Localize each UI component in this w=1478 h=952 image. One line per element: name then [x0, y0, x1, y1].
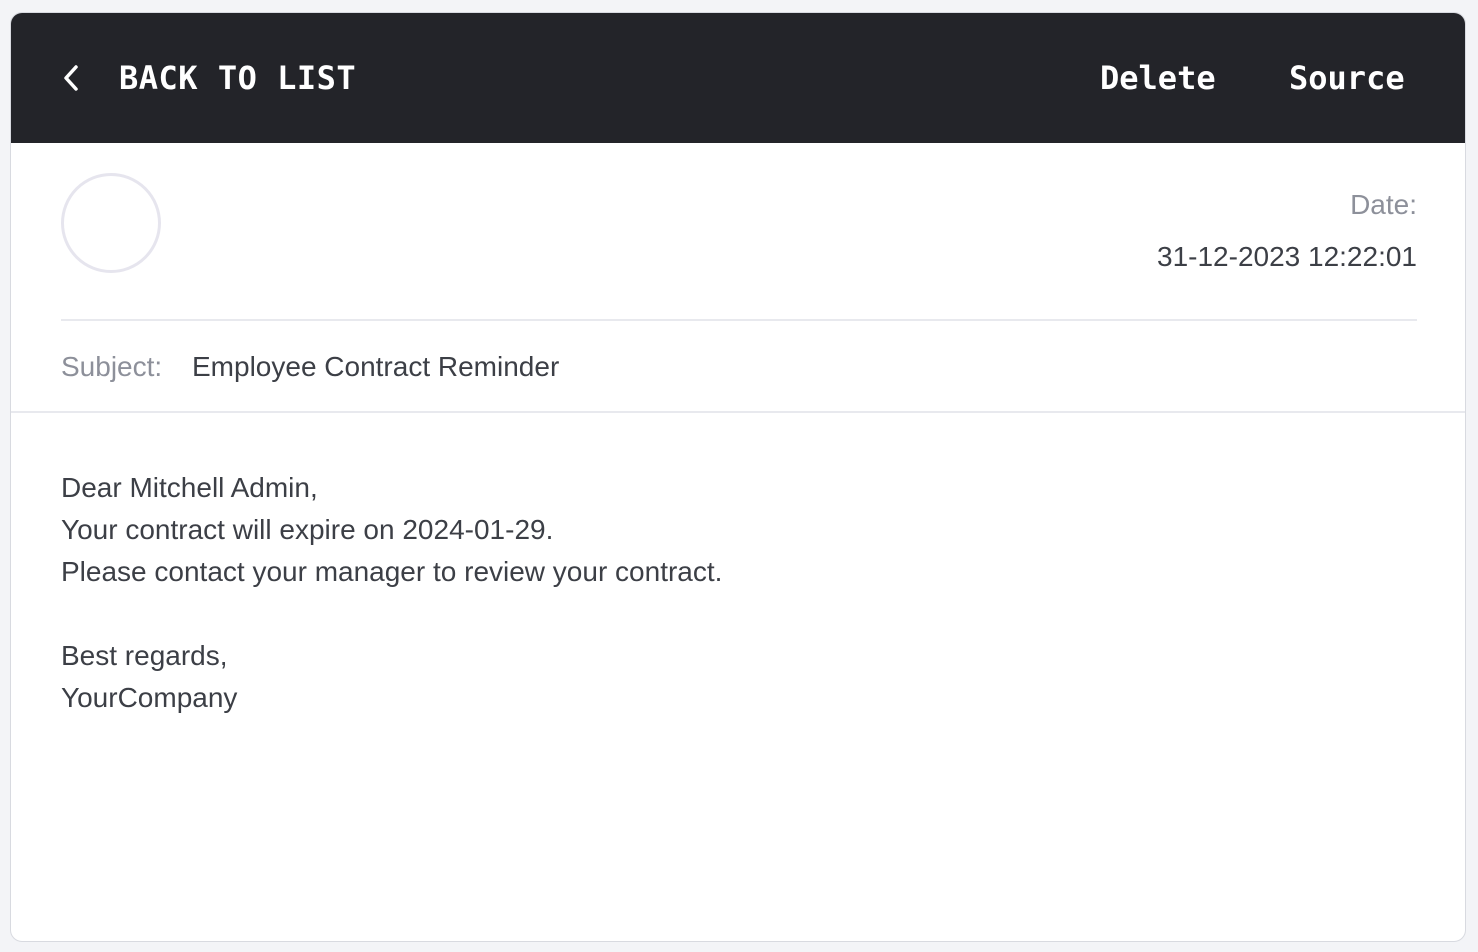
message-greeting: Dear Mitchell Admin,	[61, 472, 318, 503]
message-closing: Best regards,	[61, 640, 228, 671]
message-card: BACK TO LIST Delete Source Date: 31-12-2…	[10, 12, 1466, 942]
message-header: Date: 31-12-2023 12:22:01	[61, 143, 1417, 321]
date-value: 31-12-2023 12:22:01	[1157, 241, 1417, 272]
subject-label: Subject:	[61, 351, 163, 382]
message-line: Please contact your manager to review yo…	[61, 556, 723, 587]
date-label: Date:	[1350, 189, 1417, 220]
source-button[interactable]: Source	[1289, 57, 1405, 99]
avatar	[61, 173, 161, 273]
subject-value: Employee Contract Reminder	[192, 351, 560, 382]
top-toolbar: BACK TO LIST Delete Source	[11, 13, 1465, 143]
delete-button[interactable]: Delete	[1100, 57, 1216, 99]
message-body: Dear Mitchell Admin, Your contract will …	[61, 467, 1361, 719]
back-to-list-button[interactable]: BACK TO LIST	[61, 57, 356, 99]
message-line: Your contract will expire on 2024-01-29.	[61, 514, 554, 545]
subject-row: Subject: Employee Contract Reminder	[11, 321, 1465, 413]
back-to-list-label: BACK TO LIST	[119, 59, 357, 97]
chevron-left-icon	[61, 61, 95, 95]
message-signature: YourCompany	[61, 682, 238, 713]
